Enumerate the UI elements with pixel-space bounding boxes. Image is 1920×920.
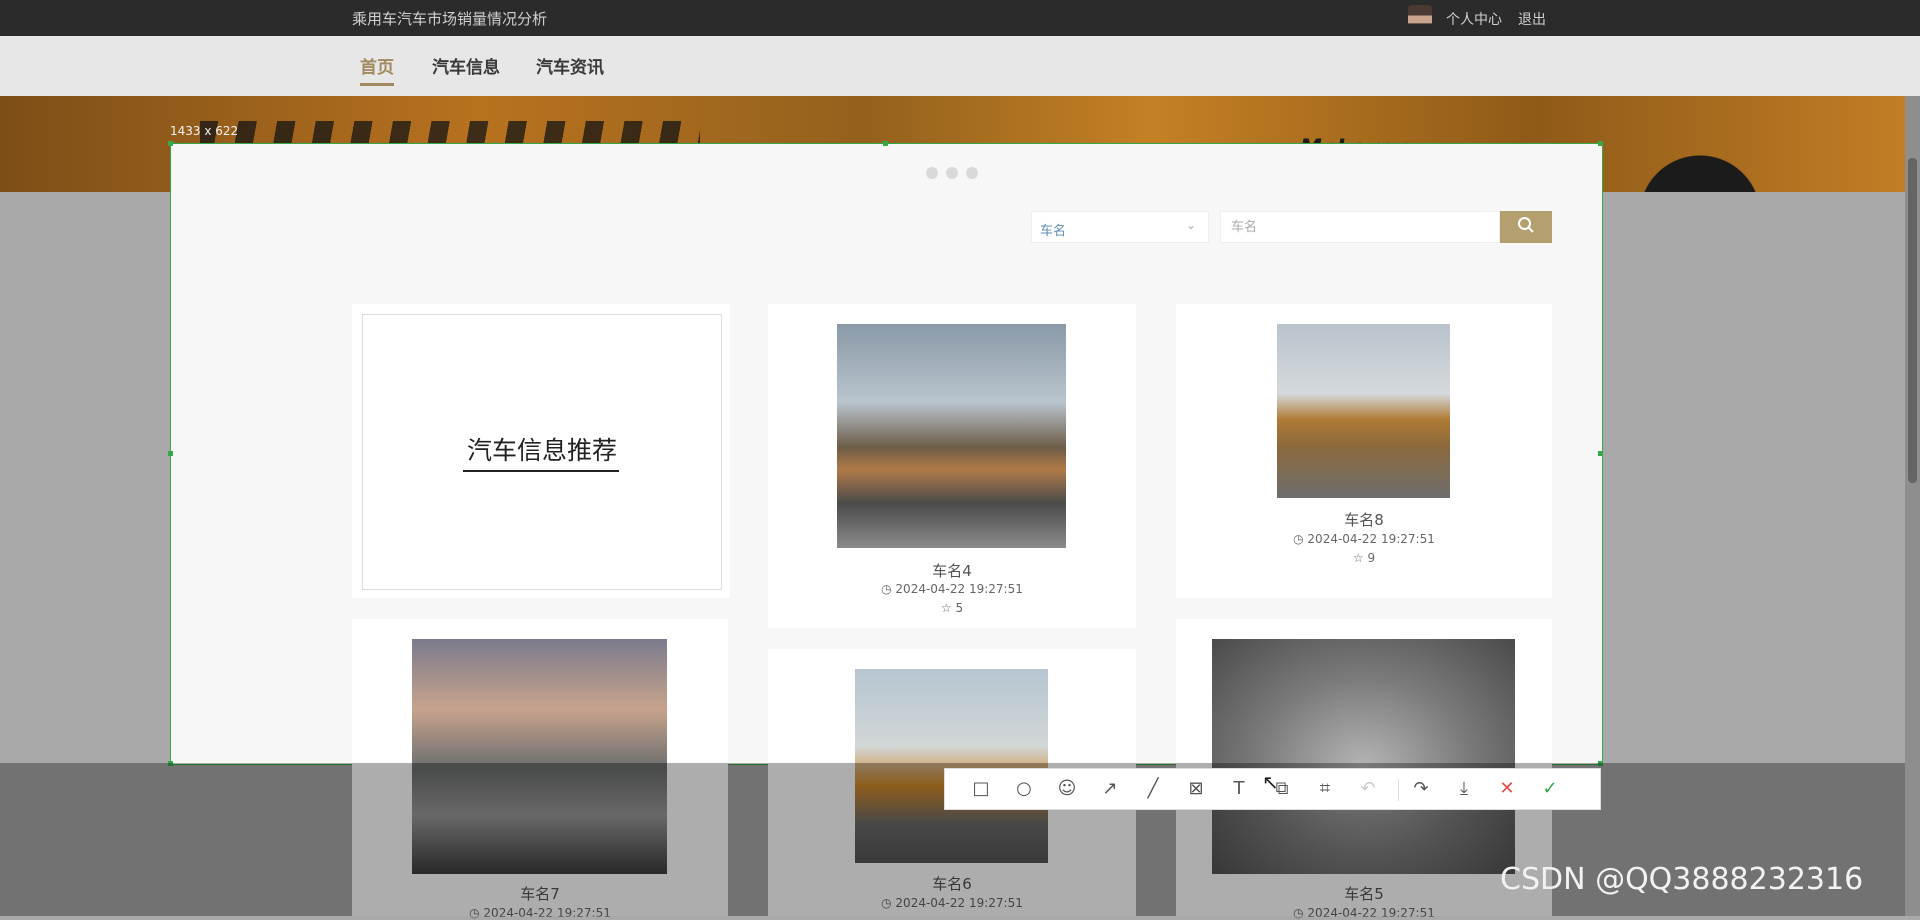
rectangle-icon[interactable]: □ [969,777,993,801]
scrollbar-thumb[interactable] [1908,158,1917,483]
search-input[interactable] [1220,211,1500,243]
logout-link[interactable]: 退出 [1518,9,1546,29]
mouse-cursor-icon: ↖ [1262,770,1279,794]
car-image[interactable] [1277,324,1450,498]
car-likes: ☆ 5 [768,601,1136,615]
car-time: ◷ 2024-04-22 19:27:51 [1176,532,1552,546]
nav-car-info[interactable]: 汽车信息 [432,53,500,78]
car-name[interactable]: 车名8 [1176,509,1552,530]
selection-handle[interactable] [1598,141,1603,146]
car-name[interactable]: 车名4 [768,560,1136,581]
mosaic-icon[interactable]: ⊠ [1184,777,1208,801]
toolbar-separator [1398,779,1399,801]
ocr-icon[interactable]: ⌗ [1313,777,1337,801]
clock-icon: ◷ [1293,532,1304,546]
recommend-box: 汽车信息推荐 [362,314,722,590]
watermark: CSDN @QQ3888232316 [1500,862,1864,897]
arrow-icon[interactable]: ↗ [1098,777,1122,801]
car-image[interactable] [837,324,1066,548]
carousel-dot[interactable] [966,167,978,179]
car-card[interactable]: 车名4 ◷ 2024-04-22 19:27:51 ☆ 5 [768,304,1136,628]
recommend-underline [463,470,619,472]
selection-size-label: 1433 x 622 [170,124,239,138]
carousel-dot[interactable] [946,167,958,179]
confirm-icon[interactable]: ✓ [1538,777,1562,801]
car-time-value: 2024-04-22 19:27:51 [1307,532,1435,546]
chevron-down-icon: ⌄ [1185,218,1196,232]
clock-icon: ◷ [881,582,892,596]
car-likes: ☆ 9 [1176,551,1552,565]
carousel-dots [926,167,978,179]
cancel-icon[interactable]: ✕ [1495,777,1519,801]
star-icon: ☆ [1352,551,1364,565]
nav-car-news[interactable]: 汽车资讯 [536,53,604,78]
emoji-icon[interactable]: ☺ [1055,777,1079,801]
car-card[interactable]: 车名8 ◷ 2024-04-22 19:27:51 ☆ 9 [1176,304,1552,598]
recommend-title: 汽车信息推荐 [466,436,617,465]
car-likes-value: 9 [1367,551,1376,565]
top-bar: 乘用车汽车市场销量情况分析 个人中心 退出 [0,0,1920,36]
user-center-link[interactable]: 个人中心 [1446,9,1502,29]
circle-icon[interactable]: ○ [1012,777,1036,801]
avatar[interactable] [1408,5,1432,31]
search-field-select[interactable]: 车名 ⌄ [1031,211,1209,243]
selection-handle[interactable] [883,141,888,146]
car-time: ◷ 2024-04-22 19:27:51 [768,582,1136,596]
search-field-value: 车名 [1040,224,1067,239]
nav-home[interactable]: 首页 [360,53,394,86]
search-icon [1517,216,1535,238]
share-icon[interactable]: ↷ [1409,777,1433,801]
download-icon[interactable]: ⤓ [1452,777,1476,801]
line-icon[interactable]: ╱ [1141,777,1165,801]
text-icon[interactable]: T [1227,777,1251,801]
star-icon: ☆ [940,601,952,615]
site-title[interactable]: 乘用车汽车市场销量情况分析 [352,8,547,29]
car-likes-value: 5 [955,601,964,615]
selection-handle[interactable] [168,141,173,146]
car-time-value: 2024-04-22 19:27:51 [895,582,1023,596]
main-nav: 首页 汽车信息 汽车资讯 [0,36,1920,96]
search-button[interactable] [1500,211,1552,243]
undo-icon[interactable]: ↶ [1356,777,1380,801]
selection-handle[interactable] [168,451,173,456]
selection-handle[interactable] [1598,451,1603,456]
page-scrollbar[interactable] [1905,96,1920,916]
carousel-dot[interactable] [926,167,938,179]
